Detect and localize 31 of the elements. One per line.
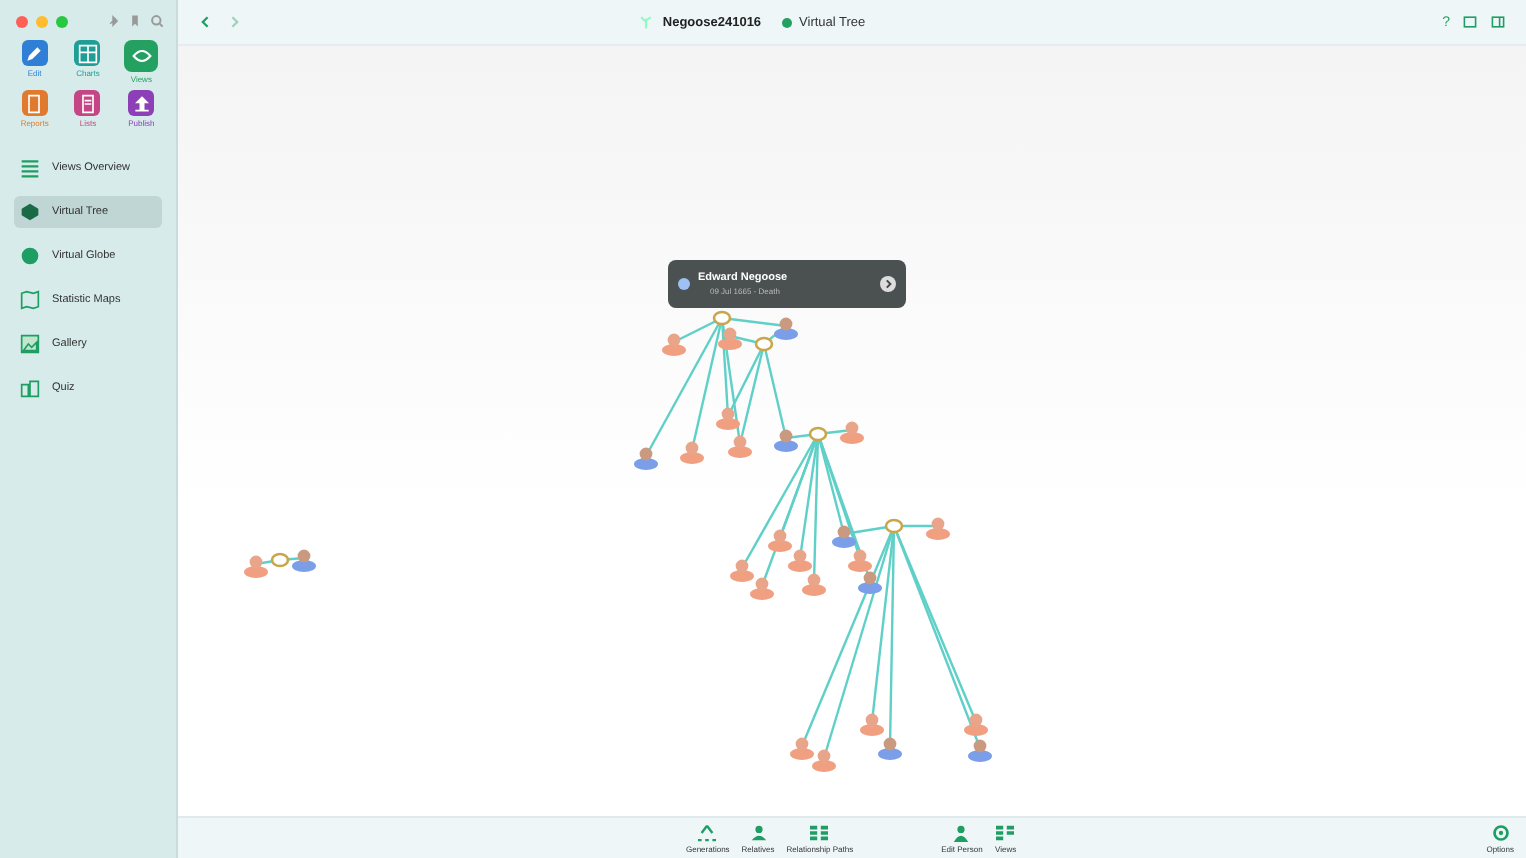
bookmark-icon[interactable] bbox=[128, 14, 142, 28]
cards-icon bbox=[20, 378, 40, 398]
search-icon[interactable] bbox=[150, 14, 164, 28]
list-icon bbox=[994, 823, 1017, 841]
image-icon bbox=[20, 334, 40, 354]
tree-icon bbox=[638, 14, 655, 30]
sidebar-toggle-icon[interactable] bbox=[1490, 14, 1506, 30]
globe-icon bbox=[20, 246, 40, 266]
map-icon bbox=[20, 290, 40, 310]
status-dot bbox=[781, 17, 792, 27]
upload-icon bbox=[131, 93, 152, 113]
pin-icon[interactable] bbox=[106, 14, 120, 28]
list-document-icon bbox=[77, 93, 98, 113]
zoom-button[interactable] bbox=[56, 15, 68, 27]
grid-icon bbox=[808, 823, 831, 841]
chevron-icon[interactable] bbox=[880, 276, 896, 292]
person-icon bbox=[950, 823, 973, 841]
minimize-button[interactable] bbox=[36, 15, 48, 27]
hexagon-icon bbox=[20, 202, 40, 222]
back-icon[interactable] bbox=[198, 14, 214, 30]
pencil-icon bbox=[24, 43, 45, 63]
person-icon bbox=[747, 823, 770, 841]
window-icon[interactable] bbox=[1462, 14, 1478, 30]
list-icon bbox=[20, 158, 40, 178]
close-button[interactable] bbox=[16, 15, 28, 27]
eye-icon bbox=[131, 46, 152, 66]
grid-icon bbox=[77, 43, 98, 63]
hierarchy-icon bbox=[696, 823, 719, 841]
document-icon bbox=[24, 93, 45, 113]
forward-icon[interactable] bbox=[226, 14, 242, 30]
settings-icon bbox=[1491, 823, 1510, 841]
